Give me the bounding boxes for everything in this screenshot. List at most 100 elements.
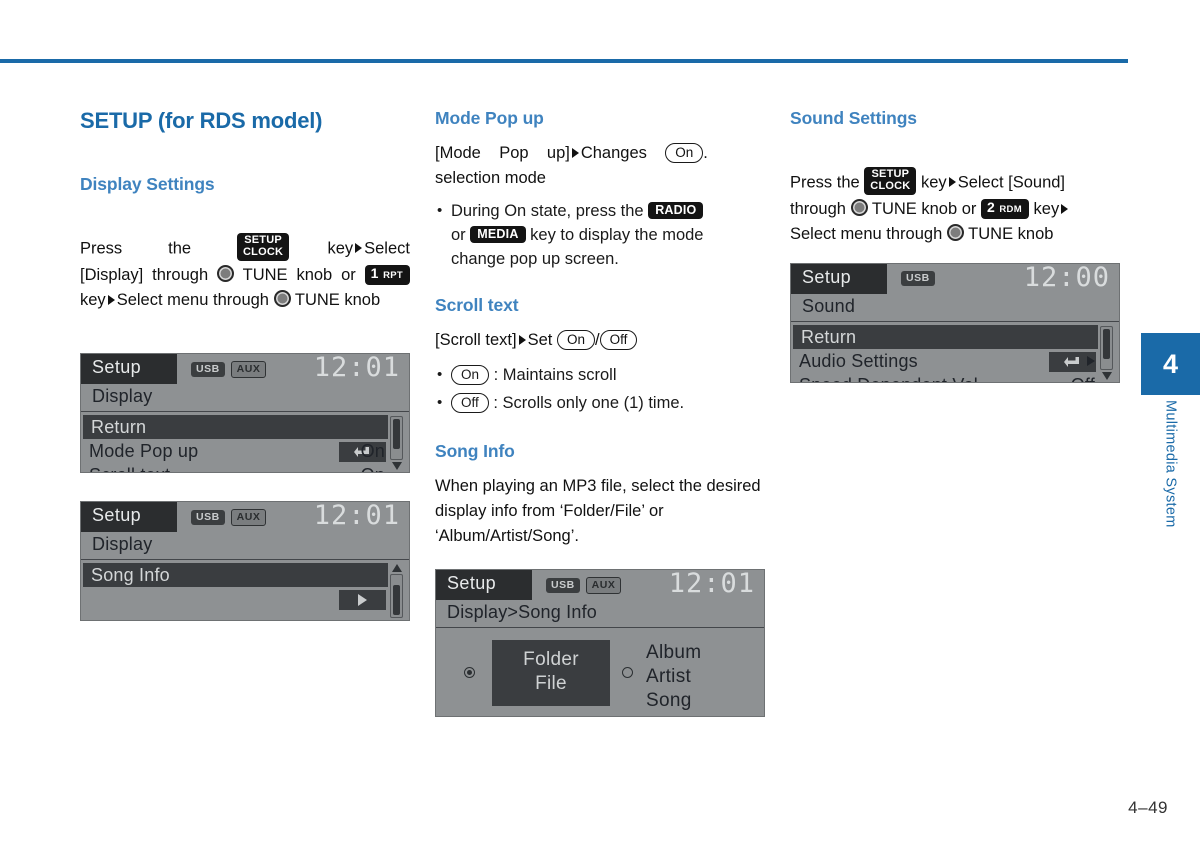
instr-word-select2: Select — [116, 291, 163, 309]
instr-word-knob: knob — [296, 266, 333, 284]
lcd-topbar-4: Setup USB 12:00 — [791, 264, 1119, 294]
usb-badge-2: USB — [191, 510, 225, 525]
lcd-display-settings-menu: Setup USB AUX 12:01 Display Return Mode … — [80, 353, 410, 473]
st-lead-a: [Scroll text] — [435, 331, 517, 349]
key-2-rdm-badge: 2 RDM — [981, 198, 1029, 219]
lcd-topbar-2: Setup USB AUX 12:01 — [81, 502, 409, 532]
lcd-scroll-down-caret-icon[interactable] — [391, 462, 402, 470]
lcd-row-song-info[interactable]: Song Info — [83, 563, 388, 587]
step-arrow-icon-6 — [1061, 203, 1069, 214]
lcd-title: Setup — [92, 357, 142, 377]
instr-word-key2: key — [80, 291, 106, 309]
mp-word-2: Pop — [499, 144, 529, 162]
st-slash: / — [595, 331, 600, 349]
ss-t3: Select [Sound] — [957, 173, 1066, 192]
lcd-row-mode-popup-value: On — [360, 440, 385, 461]
lcd-clock-4: 12:00 — [1023, 263, 1110, 293]
option-artist-label: Artist — [646, 666, 692, 687]
setup-clock-key2-line1: SETUP — [871, 168, 910, 180]
page-title: SETUP (for RDS model) — [80, 108, 323, 133]
on-state-pill: On — [665, 142, 704, 163]
lcd-row-mode-popup[interactable]: Mode Pop up On — [81, 439, 393, 463]
lcd-source-badges-3: USB AUX — [546, 577, 622, 594]
display-settings-instruction: Press the SETUP CLOCK key Select [Display]… — [80, 233, 410, 313]
scroll-off-pill: Off — [599, 329, 638, 350]
lcd-breadcrumb-3: Display>Song Info — [436, 600, 764, 628]
scroll-on-pill: On — [556, 329, 595, 350]
lcd-row-sound-return[interactable]: Return — [793, 325, 1098, 349]
instr-word-the: the — [168, 239, 192, 258]
mode-popup-instruction: [Mode Pop up] Changes On. selection mode — [435, 141, 765, 191]
lcd-menu-rows-4: Return Audio Settings Speed Dependent Vo… — [791, 322, 1119, 383]
radio-key-badge: RADIO — [648, 202, 704, 220]
lcd-row-sound-return-label: Return — [801, 326, 857, 347]
media-key-badge: MEDIA — [470, 226, 526, 244]
aux-badge-2: AUX — [230, 509, 267, 526]
setup-clock-key-badge-2: SETUP CLOCK — [864, 167, 917, 195]
chevron-right-icon-2 — [1087, 356, 1095, 366]
option-folder-file-box[interactable]: Folder File — [492, 640, 610, 706]
radio-album-artist-song[interactable] — [622, 667, 633, 678]
mp-b1-d: change pop up screen. — [451, 250, 619, 268]
setup-clock-key-badge: SETUP CLOCK — [237, 233, 290, 261]
lcd-clock-2: 12:01 — [313, 501, 400, 531]
song-info-body: When playing an MP3 file, select the des… — [435, 477, 761, 545]
lcd-scroll-down-caret-icon-2[interactable] — [1101, 372, 1112, 380]
chevron-right-icon — [358, 594, 367, 606]
lcd-scrollbar-2[interactable] — [390, 574, 403, 618]
chapter-number-tab: 4 — [1141, 333, 1200, 395]
lcd-menu-rows-2: Song Info — [81, 560, 409, 610]
step-arrow-icon-5 — [948, 177, 956, 187]
lcd-row-scroll-text-value: On — [361, 465, 393, 473]
mp-word-1: [Mode — [435, 144, 481, 162]
instr-word-through2: through — [213, 291, 269, 309]
step-arrow-icon-3 — [571, 147, 579, 158]
lcd-row-scroll-text[interactable]: Scroll text On — [81, 463, 393, 473]
usb-badge-4: USB — [901, 271, 935, 286]
lcd-breadcrumb-2: Display — [81, 532, 409, 560]
lcd-scrollbar[interactable] — [390, 416, 403, 460]
lcd-scrollbar-4[interactable] — [1100, 326, 1113, 370]
scroll-bullet-on-pill: On — [451, 364, 490, 385]
instr-word-press: Press — [80, 239, 123, 258]
mp-line2: selection mode — [435, 169, 546, 187]
lcd-row-speed-dependent-vol-value: Off — [1071, 375, 1103, 383]
aux-badge-3: AUX — [585, 577, 622, 594]
step-arrow-icon-2 — [107, 294, 115, 305]
lcd-row-speed-dependent-vol[interactable]: Speed Dependent Vol. Off — [791, 373, 1103, 383]
instr-word-key: key — [327, 239, 354, 258]
lcd-row-audio-settings-label: Audio Settings — [799, 350, 918, 371]
lcd-row-song-info-label: Song Info — [91, 564, 170, 585]
instr-word-through: through — [152, 266, 209, 284]
scroll-bullet-off-text: : Scrolls only one (1) time. — [493, 394, 685, 412]
lcd-topbar-3: Setup USB AUX 12:01 — [436, 570, 764, 600]
lcd-title-2: Setup — [92, 505, 142, 525]
lcd-breadcrumb: Display — [81, 384, 409, 412]
lcd-scroll-up-caret-icon[interactable] — [391, 564, 402, 572]
key-1-rpt-badge: 1 RPT — [364, 264, 410, 285]
ss-t1: Press the — [790, 173, 860, 192]
aux-badge: AUX — [230, 361, 267, 378]
sound-settings-instruction: Press the SETUP CLOCK key Select [Sound] t… — [790, 167, 1120, 247]
lcd-source-badges: USB AUX — [191, 361, 267, 378]
scroll-bullet-off-pill: Off — [451, 392, 489, 413]
lcd-song-info-menu: Setup USB AUX 12:01 Display Song Info — [80, 501, 410, 621]
instr-word-or: or — [341, 266, 356, 284]
lcd-scrollbar-thumb-2[interactable] — [393, 585, 400, 615]
ss-t4: through — [790, 200, 846, 218]
lcd-scrollbar-thumb[interactable] — [393, 419, 400, 449]
radio-folder-file[interactable] — [464, 667, 475, 678]
option-album-artist-song[interactable]: Album Artist Song — [646, 641, 701, 713]
key-2-rdm-sub: RDM — [999, 203, 1022, 215]
lcd-row-return[interactable]: Return — [83, 415, 388, 439]
lcd-scrollbar-thumb-4[interactable] — [1103, 329, 1110, 359]
scroll-text-bullet-off: Off : Scrolls only one (1) time. — [435, 389, 765, 417]
usb-badge-3: USB — [546, 578, 580, 593]
instr-word-menu: menu — [167, 291, 209, 309]
scroll-text-bullet-on: On : Maintains scroll — [435, 361, 765, 389]
option-album-label: Album — [646, 642, 702, 663]
lcd-row-audio-settings[interactable]: Audio Settings — [791, 349, 1103, 373]
option-file-label: File — [535, 673, 567, 694]
column-right: Sound Settings Press the SETUP CLOCK key S… — [790, 108, 1120, 383]
lcd-song-info-chevron-button[interactable] — [339, 590, 386, 610]
